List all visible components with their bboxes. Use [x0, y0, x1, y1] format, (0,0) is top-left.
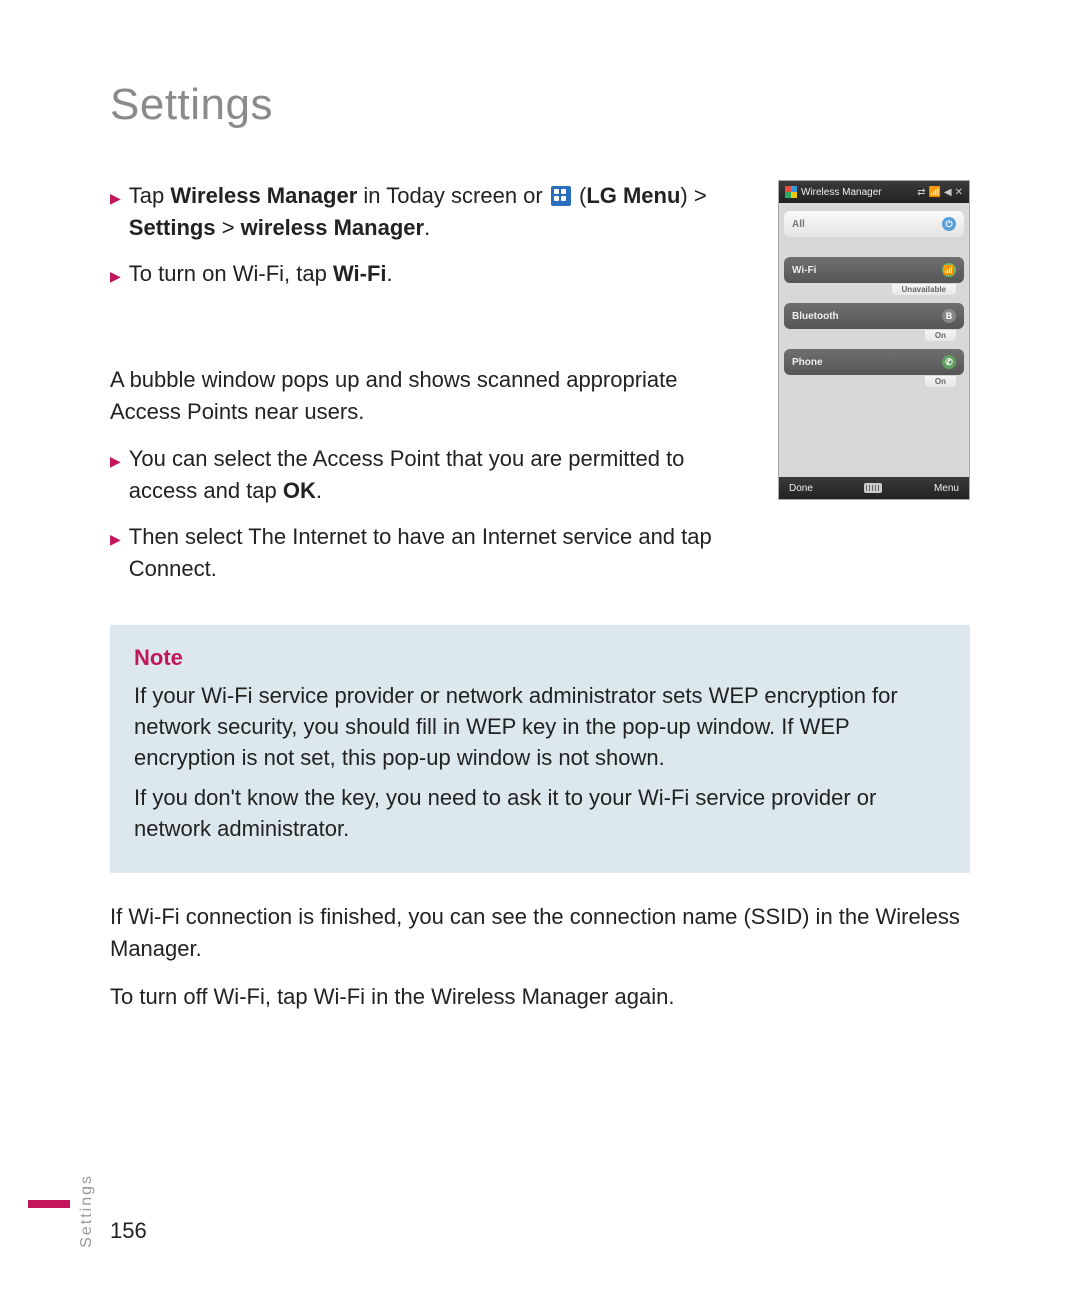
- softkey-left[interactable]: Done: [789, 483, 813, 494]
- phone-body: All ⏻ Wi-Fi 📶 Unavailable Bluetooth B On Phone ✆ O…: [779, 203, 969, 477]
- bold-text: wireless Manager: [241, 215, 424, 240]
- text: >: [216, 215, 241, 240]
- page-title: Settings: [110, 80, 970, 130]
- note-paragraph: If you don't know the key, you need to a…: [134, 783, 946, 845]
- bullet-arrow-icon: ▶: [110, 188, 121, 208]
- wifi-icon: 📶: [942, 263, 956, 277]
- text: Then select The Internet to have an Inte…: [129, 524, 712, 581]
- phone-softkey-bar: Done Menu: [779, 477, 969, 499]
- signal-icon: 📶: [928, 187, 940, 198]
- bullet-arrow-icon: ▶: [110, 266, 121, 286]
- phone-screenshot: Wireless Manager ⇄ 📶 ◀ ✕ All ⏻ Wi-Fi 📶 Unava…: [778, 180, 970, 500]
- wm-row-label: Phone: [792, 357, 823, 368]
- text: .: [316, 478, 322, 503]
- text: .: [424, 215, 430, 240]
- bold-text: LG Menu: [586, 183, 680, 208]
- windows-flag-icon: [785, 186, 797, 198]
- bullet-arrow-icon: ▶: [110, 451, 121, 471]
- bold-text: OK: [283, 478, 316, 503]
- wm-row-wi-fi[interactable]: Wi-Fi📶Unavailable: [784, 257, 964, 283]
- bullet-item: ▶ You can select the Access Point that yo…: [110, 443, 748, 507]
- sync-icon: ⇄: [917, 187, 925, 198]
- text: (: [573, 183, 586, 208]
- bullet-arrow-icon: ▶: [110, 529, 121, 549]
- wm-row-label: Bluetooth: [792, 311, 839, 322]
- bold-text: Wireless Manager: [170, 183, 357, 208]
- bullet-item: ▶ Tap Wireless Manager in Today screen or…: [110, 180, 748, 244]
- wm-row-phone[interactable]: Phone✆On: [784, 349, 964, 375]
- text: .: [387, 261, 393, 286]
- note-title: Note: [134, 645, 946, 671]
- bullet-text: You can select the Access Point that you…: [129, 443, 748, 507]
- bullet-text: Tap Wireless Manager in Today screen or …: [129, 180, 748, 244]
- power-icon: ⏻: [942, 217, 956, 231]
- body-paragraph: To turn off Wi-Fi, tap Wi-Fi in the Wire…: [110, 981, 970, 1013]
- top-content-row: ▶ Tap Wireless Manager in Today screen or…: [110, 180, 970, 599]
- page-number: 156: [110, 1218, 147, 1244]
- keyboard-icon[interactable]: [864, 483, 882, 493]
- close-icon: ✕: [955, 187, 963, 198]
- body-paragraph: If Wi-Fi connection is finished, you can…: [110, 901, 970, 965]
- text: Tap: [129, 183, 171, 208]
- phone-status-icons: ⇄ 📶 ◀ ✕: [917, 187, 963, 198]
- bold-text: Settings: [129, 215, 216, 240]
- bullet-text: Then select The Internet to have an Inte…: [129, 521, 748, 585]
- text: You can select the Access Point that you…: [129, 446, 685, 503]
- note-paragraph: If your Wi-Fi service provider or networ…: [134, 681, 946, 773]
- wm-row-status: On: [925, 376, 956, 387]
- text: ) >: [680, 183, 706, 208]
- softkey-right[interactable]: Menu: [934, 483, 959, 494]
- menu-icon: [551, 186, 571, 206]
- section-bar: [28, 1200, 70, 1208]
- wm-row-status: Unavailable: [892, 284, 956, 295]
- note-box: Note If your Wi-Fi service provider or n…: [110, 625, 970, 873]
- bold-text: Wi-Fi: [333, 261, 387, 286]
- text: in Today screen or: [357, 183, 549, 208]
- bullet-item: ▶ To turn on Wi-Fi, tap Wi-Fi.: [110, 258, 748, 290]
- top-text-column: ▶ Tap Wireless Manager in Today screen or…: [110, 180, 748, 599]
- wm-row-label: Wi-Fi: [792, 265, 816, 276]
- bt-icon: B: [942, 309, 956, 323]
- wm-row-label: All: [792, 219, 805, 230]
- phone-title: Wireless Manager: [801, 187, 882, 198]
- section-tab: Settings: [78, 1174, 96, 1248]
- wm-row-bluetooth[interactable]: BluetoothBOn: [784, 303, 964, 329]
- bullet-text: To turn on Wi-Fi, tap Wi-Fi.: [129, 258, 748, 290]
- phone-titlebar: Wireless Manager ⇄ 📶 ◀ ✕: [779, 181, 969, 203]
- volume-icon: ◀: [944, 187, 952, 198]
- phone-icon: ✆: [942, 355, 956, 369]
- bullet-item: ▶ Then select The Internet to have an Int…: [110, 521, 748, 585]
- wm-row-all[interactable]: All ⏻: [784, 211, 964, 237]
- text: To turn on Wi-Fi, tap: [129, 261, 333, 286]
- wm-row-status: On: [925, 330, 956, 341]
- mid-paragraph: A bubble window pops up and shows scanne…: [110, 364, 748, 428]
